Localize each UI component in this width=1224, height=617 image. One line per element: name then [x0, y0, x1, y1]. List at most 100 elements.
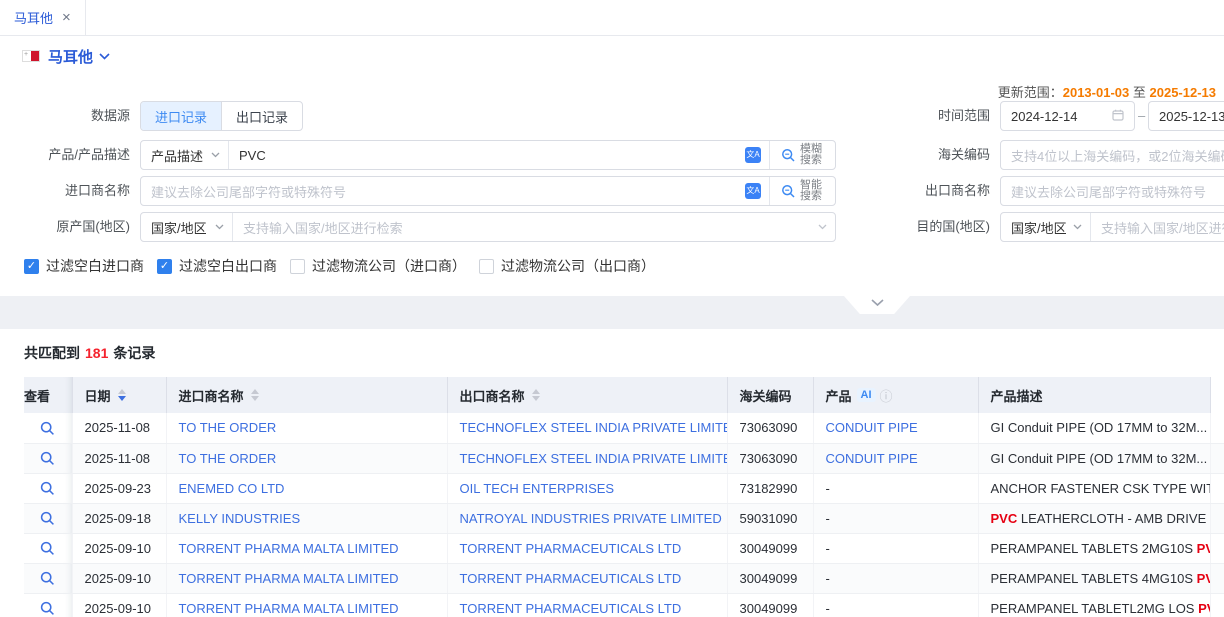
date-cell: 2025-09-23	[72, 473, 166, 503]
importer-input[interactable]: 建议去除公司尾部字符或特殊符号 文A	[141, 177, 769, 205]
collapse-filters-button[interactable]	[844, 296, 910, 314]
exporter-cell[interactable]: TECHNOFLEX STEEL INDIA PRIVATE LIMITED	[447, 443, 727, 473]
column-header[interactable]: 出口商名称	[447, 377, 727, 413]
checkbox-icon[interactable]: ✓	[157, 259, 172, 274]
chevron-down-icon	[871, 299, 884, 307]
view-detail-icon[interactable]	[40, 511, 55, 526]
exporter-link[interactable]: TORRENT PHARMACEUTICALS LTD	[460, 541, 682, 556]
view-cell[interactable]	[24, 473, 72, 503]
exporter-link[interactable]: OIL TECH ENTERPRISES	[460, 481, 615, 496]
importer-cell[interactable]: TORRENT PHARMA MALTA LIMITED	[166, 593, 447, 617]
importer-link[interactable]: ENEMED CO LTD	[179, 481, 285, 496]
column-header[interactable]: 进口商名称	[166, 377, 447, 413]
exporter-cell[interactable]: TORRENT PHARMACEUTICALS LTD	[447, 593, 727, 617]
view-cell[interactable]	[24, 413, 72, 443]
filter-checkbox[interactable]: ✓过滤空白进口商	[24, 256, 144, 276]
importer-cell[interactable]: ENEMED CO LTD	[166, 473, 447, 503]
exporter-link[interactable]: NATROYAL INDUSTRIES PRIVATE LIMITED	[460, 511, 722, 526]
importer-cell[interactable]: TO THE ORDER	[166, 413, 447, 443]
close-icon[interactable]: ×	[62, 10, 71, 25]
hs-code-cell: 30049099	[727, 563, 813, 593]
translate-icon[interactable]: 文A	[745, 147, 761, 163]
view-cell[interactable]	[24, 563, 72, 593]
importer-link[interactable]: TORRENT PHARMA MALTA LIMITED	[179, 571, 399, 586]
view-detail-icon[interactable]	[40, 421, 55, 436]
exporter-cell[interactable]: NATROYAL INDUSTRIES PRIVATE LIMITED	[447, 503, 727, 533]
column-header: 海关编码	[727, 377, 813, 413]
product-input[interactable]: PVC 文A	[229, 141, 769, 169]
start-date-input[interactable]: 2024-12-14	[1000, 101, 1135, 131]
importer-link[interactable]: TORRENT PHARMA MALTA LIMITED	[179, 601, 399, 616]
table-row: 2025-09-23 ENEMED CO LTD OIL TECH ENTERPRI…	[24, 473, 1224, 503]
exporter-cell[interactable]: TECHNOFLEX STEEL INDIA PRIVATE LIMITED	[447, 413, 727, 443]
product-label: 产品/产品描述	[0, 140, 130, 170]
product-link[interactable]: CONDUIT PIPE	[826, 451, 918, 466]
dest-country-select[interactable]: 国家/地区	[1001, 213, 1091, 241]
end-date-input[interactable]: 2025-12-13	[1148, 101, 1224, 131]
chevron-down-icon[interactable]	[99, 53, 110, 60]
view-cell[interactable]	[24, 533, 72, 563]
checkbox-icon[interactable]	[290, 259, 305, 274]
data-source-option[interactable]: 出口记录	[222, 102, 302, 130]
malta-flag-icon: +	[22, 50, 40, 62]
data-source-option[interactable]: 进口记录	[141, 102, 222, 130]
description-cell: PVC LEATHERCLOTH - AMB DRIVE (1...	[978, 503, 1210, 533]
exporter-cell[interactable]: TORRENT PHARMACEUTICALS LTD	[447, 563, 727, 593]
product-cell[interactable]: CONDUIT PIPE	[813, 443, 978, 473]
origin-country-select[interactable]: 国家/地区	[141, 213, 233, 241]
dest-country-input[interactable]: 支持输入国家/地区进行检索	[1091, 218, 1224, 237]
exporter-link[interactable]: TECHNOFLEX STEEL INDIA PRIVATE LIMITED	[460, 451, 728, 466]
update-start-date: 2013-01-03	[1063, 85, 1130, 100]
view-cell[interactable]	[24, 503, 72, 533]
tab-bar: 马耳他 ×	[0, 0, 1224, 36]
importer-link[interactable]: KELLY INDUSTRIES	[179, 511, 301, 526]
filter-checkbox[interactable]: 过滤物流公司（出口商）	[479, 256, 655, 276]
table-overflow-stub	[1210, 503, 1224, 533]
fuzzy-search-button[interactable]: 模糊搜索	[769, 141, 835, 169]
view-detail-icon[interactable]	[40, 541, 55, 556]
importer-link[interactable]: TORRENT PHARMA MALTA LIMITED	[179, 541, 399, 556]
translate-icon[interactable]: 文A	[745, 183, 761, 199]
origin-country-group: 国家/地区 支持输入国家/地区进行检索	[140, 212, 836, 242]
importer-link[interactable]: TO THE ORDER	[179, 451, 277, 466]
importer-cell[interactable]: TO THE ORDER	[166, 443, 447, 473]
view-cell[interactable]	[24, 443, 72, 473]
smart-search-button[interactable]: 智能搜索	[769, 177, 835, 205]
view-detail-icon[interactable]	[40, 571, 55, 586]
sort-carets-icon[interactable]	[251, 389, 259, 401]
checkbox-icon[interactable]: ✓	[24, 259, 39, 274]
exporter-link[interactable]: TECHNOFLEX STEEL INDIA PRIVATE LIMITED	[460, 420, 728, 435]
importer-cell[interactable]: TORRENT PHARMA MALTA LIMITED	[166, 533, 447, 563]
description-cell: GI Conduit PIPE (OD 17MM to 32M...	[978, 413, 1210, 443]
view-detail-icon[interactable]	[40, 451, 55, 466]
sort-carets-icon[interactable]	[532, 389, 540, 401]
exporter-cell[interactable]: TORRENT PHARMACEUTICALS LTD	[447, 533, 727, 563]
column-label: 日期	[85, 386, 111, 405]
filter-checkbox[interactable]: ✓过滤空白出口商	[157, 256, 277, 276]
importer-link[interactable]: TO THE ORDER	[179, 420, 277, 435]
filter-checkbox[interactable]: 过滤物流公司（进口商）	[290, 256, 466, 276]
filter-row-product: 产品/产品描述 产品描述 PVC 文A 模糊搜索 海关编码 支持4位以上海关编码…	[0, 140, 1224, 170]
checkbox-icon[interactable]	[479, 259, 494, 274]
tab-malta[interactable]: 马耳他 ×	[0, 0, 86, 35]
exporter-link[interactable]: TORRENT PHARMACEUTICALS LTD	[460, 571, 682, 586]
hs-code-input[interactable]: 支持4位以上海关编码，或2位海关编码加上	[1000, 140, 1224, 170]
exporter-link[interactable]: TORRENT PHARMACEUTICALS LTD	[460, 601, 682, 616]
view-cell[interactable]	[24, 593, 72, 617]
date-cell: 2025-09-10	[72, 563, 166, 593]
product-cell[interactable]: CONDUIT PIPE	[813, 413, 978, 443]
dest-country-group: 国家/地区 支持输入国家/地区进行检索	[1000, 212, 1224, 242]
date-range-separator: –	[1138, 101, 1145, 131]
product-type-select[interactable]: 产品描述	[141, 141, 229, 169]
exporter-cell[interactable]: OIL TECH ENTERPRISES	[447, 473, 727, 503]
product-link[interactable]: CONDUIT PIPE	[826, 420, 918, 435]
origin-country-input[interactable]: 支持输入国家/地区进行检索	[233, 213, 835, 241]
info-icon[interactable]: ⓘ	[880, 386, 893, 405]
view-detail-icon[interactable]	[40, 481, 55, 496]
exporter-input[interactable]: 建议去除公司尾部字符或特殊符号	[1000, 176, 1224, 206]
importer-cell[interactable]: KELLY INDUSTRIES	[166, 503, 447, 533]
column-header[interactable]: 日期	[72, 377, 166, 413]
sort-carets-icon[interactable]	[118, 389, 126, 401]
importer-cell[interactable]: TORRENT PHARMA MALTA LIMITED	[166, 563, 447, 593]
view-detail-icon[interactable]	[40, 601, 55, 616]
